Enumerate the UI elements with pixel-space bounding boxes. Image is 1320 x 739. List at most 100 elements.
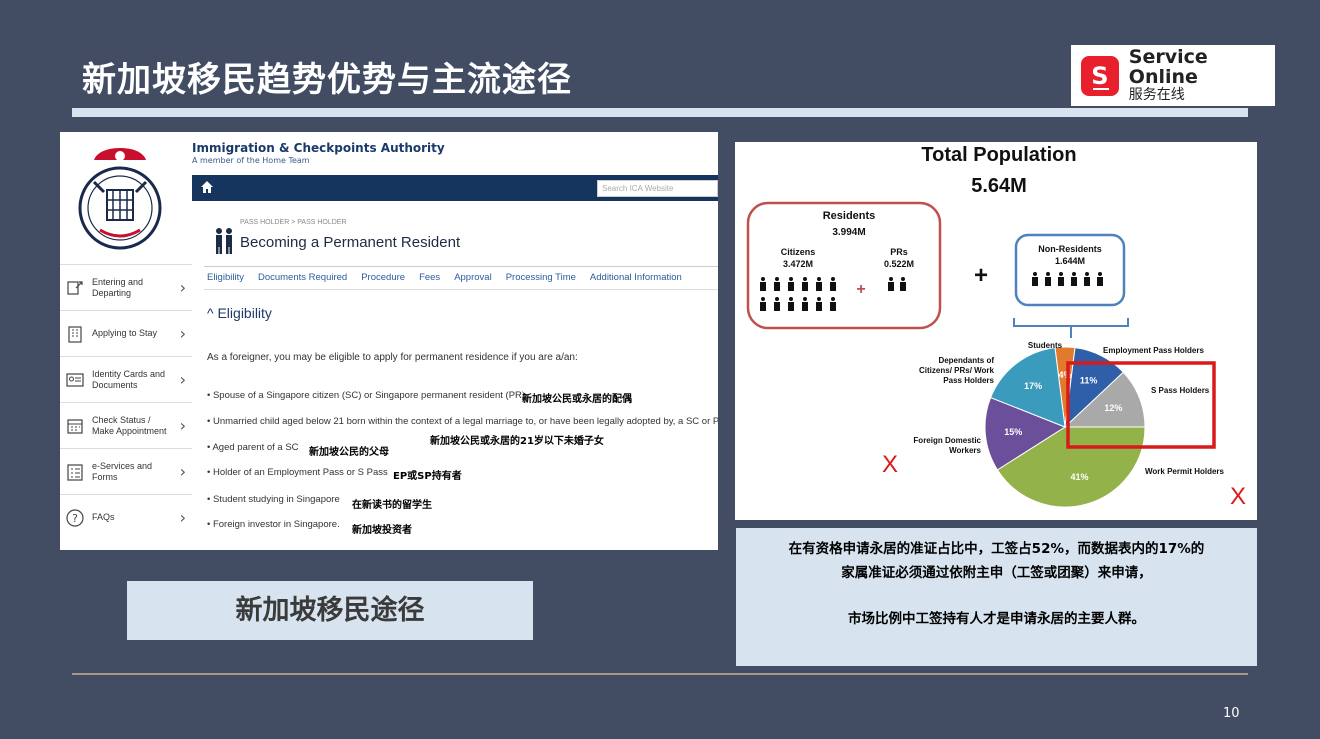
person-icon bbox=[788, 297, 794, 311]
caption-line: 家属准证必须通过依附主申（工签或团聚）来申请， bbox=[841, 565, 1152, 581]
pie-value-label: 41% bbox=[1070, 472, 1088, 482]
divider bbox=[204, 289, 718, 290]
stamp-icon bbox=[64, 277, 86, 299]
tab-bar: Eligibility Documents Required Procedure… bbox=[207, 272, 682, 283]
pie-label-work-permit: Work Permit Holders bbox=[1145, 467, 1225, 476]
prs-label: PRs bbox=[890, 247, 908, 257]
citizens-value: 3.472M bbox=[783, 259, 813, 269]
pie-label-students: Students bbox=[1028, 341, 1063, 350]
ica-emblem-icon bbox=[78, 148, 162, 250]
person-icon bbox=[1071, 272, 1077, 286]
eligibility-item: • Student studying in Singapore bbox=[207, 494, 340, 505]
agency-subtitle: A member of the Home Team bbox=[192, 156, 310, 165]
ica-main-content: PASS HOLDER > PASS HOLDER Becoming a Per… bbox=[192, 201, 718, 550]
pie-label-fdw-text: Foreign Domestic bbox=[913, 436, 981, 445]
residents-value: 3.994M bbox=[832, 227, 865, 238]
sidebar-item-eservices[interactable]: e-Services and Forms › bbox=[60, 448, 192, 494]
residents-label: Residents bbox=[823, 210, 876, 222]
person-icon bbox=[788, 277, 794, 291]
pie-label-fdw-text: Workers bbox=[949, 446, 981, 455]
sidebar-item-entering-departing[interactable]: Entering and Departing › bbox=[60, 264, 192, 310]
population-chart-panel: Total Population 5.64M Residents 3.994M … bbox=[735, 142, 1257, 520]
question-icon: ? bbox=[64, 507, 86, 529]
breadcrumb[interactable]: PASS HOLDER > PASS HOLDER bbox=[240, 219, 347, 226]
divider bbox=[204, 266, 718, 267]
svg-text:?: ? bbox=[72, 512, 78, 525]
sidebar-item-label: Identity Cards and Documents bbox=[92, 369, 166, 390]
tab-eligibility[interactable]: Eligibility bbox=[207, 272, 244, 283]
sidebar-item-label: FAQs bbox=[92, 512, 115, 523]
eligibility-item: • Unmarried child aged below 21 born wit… bbox=[207, 416, 718, 427]
sidebar-item-applying-to-stay[interactable]: Applying to Stay › bbox=[60, 310, 192, 356]
person-icon bbox=[888, 277, 894, 291]
tab-approval[interactable]: Approval bbox=[454, 272, 492, 283]
pie-value-label: 11% bbox=[1080, 376, 1098, 386]
eligibility-text: Aged parent of a SC bbox=[212, 442, 299, 453]
sidebar-item-label: e-Services and Forms bbox=[92, 461, 153, 482]
tab-documents-required[interactable]: Documents Required bbox=[258, 272, 347, 283]
person-icon bbox=[774, 297, 780, 311]
pie-label-dependants-text: Citizens/ PRs/ Work bbox=[919, 366, 995, 375]
building-icon bbox=[64, 323, 86, 345]
person-icon bbox=[760, 297, 766, 311]
nonresidents-people-icon bbox=[1032, 272, 1103, 286]
person-icon bbox=[1084, 272, 1090, 286]
section-title: Eligibility bbox=[217, 305, 272, 321]
bracket bbox=[1013, 318, 1129, 338]
person-icon bbox=[1097, 272, 1103, 286]
eligibility-note: 新加坡投资者 bbox=[352, 525, 412, 536]
person-icon bbox=[830, 277, 836, 291]
pie-value-label: 17% bbox=[1024, 381, 1042, 391]
ica-sidebar: Entering and Departing › Applying to Sta… bbox=[60, 264, 192, 540]
cross-mark-icon: X bbox=[1230, 483, 1246, 510]
tab-fees[interactable]: Fees bbox=[419, 272, 440, 283]
pie-value-label: 12% bbox=[1104, 403, 1122, 413]
slide-title: 新加坡移民趋势优势与主流途径 bbox=[82, 60, 572, 100]
nonresidents-label: Non-Residents bbox=[1038, 244, 1102, 254]
chevron-right-icon: › bbox=[179, 324, 186, 343]
person-icon bbox=[774, 277, 780, 291]
sidebar-item-identity-cards[interactable]: Identity Cards and Documents › bbox=[60, 356, 192, 402]
tab-additional-information[interactable]: Additional Information bbox=[590, 272, 682, 283]
search-input[interactable]: Search ICA Website bbox=[597, 180, 718, 197]
sidebar-item-check-status[interactable]: Check Status / Make Appointment › bbox=[60, 402, 192, 448]
plus-icon: + bbox=[974, 262, 988, 289]
sidebar-item-label: Entering and Departing bbox=[92, 277, 144, 298]
eligibility-text: Holder of an Employment Pass or S Pass bbox=[212, 467, 388, 478]
person-icon bbox=[1058, 272, 1064, 286]
tab-processing-time[interactable]: Processing Time bbox=[506, 272, 576, 283]
pie-label-dependants-text: Pass Holders bbox=[943, 376, 994, 385]
chevron-right-icon: › bbox=[179, 462, 186, 481]
pie-label-dependants-text: Dependants of bbox=[938, 356, 994, 365]
id-card-icon bbox=[64, 369, 86, 391]
prs-value: 0.522M bbox=[884, 259, 914, 269]
person-icon bbox=[802, 297, 808, 311]
logo-name-zh: 服务在线 bbox=[1128, 87, 1185, 104]
eligibility-text: Student studying in Singapore bbox=[212, 494, 340, 505]
eligibility-note: 新加坡公民的父母 bbox=[309, 447, 389, 458]
cross-mark-icon: X bbox=[882, 451, 898, 478]
sidebar-item-faqs[interactable]: ? FAQs › bbox=[60, 494, 192, 540]
pie-label-dependants: Dependants of Citizens/ PRs/ Work Pass Hol… bbox=[919, 356, 995, 385]
plus-icon: + bbox=[856, 281, 865, 298]
page-title: Becoming a Permanent Resident bbox=[240, 234, 461, 251]
eligibility-text: Foreign investor in Singapore. bbox=[212, 519, 340, 530]
ica-website-screenshot: Immigration & Checkpoints Authority A me… bbox=[60, 132, 718, 550]
pie-label-s-pass: S Pass Holders bbox=[1151, 386, 1210, 395]
calendar-icon bbox=[64, 415, 86, 437]
people-icon bbox=[216, 228, 232, 254]
nonresident-pie-chart: 4%11%12%41%15%17% bbox=[984, 346, 1146, 508]
chevron-up-icon: ^ bbox=[207, 305, 218, 321]
person-icon bbox=[1045, 272, 1051, 286]
person-icon bbox=[900, 277, 906, 291]
service-online-logo: S Service Online 服务在线 bbox=[1071, 45, 1275, 106]
tab-procedure[interactable]: Procedure bbox=[361, 272, 405, 283]
eligibility-heading[interactable]: ^ Eligibility bbox=[207, 305, 272, 321]
page-number: 10 bbox=[1223, 706, 1240, 721]
home-icon[interactable] bbox=[200, 180, 214, 194]
agency-name: Immigration & Checkpoints Authority bbox=[192, 141, 445, 155]
chevron-right-icon: › bbox=[179, 416, 186, 435]
eligibility-text: Spouse of a Singapore citizen (SC) or Si… bbox=[212, 390, 526, 401]
caption-line: 市场比例中工签持有人才是申请永居的主要人群。 bbox=[848, 611, 1145, 627]
population-chart: Total Population 5.64M Residents 3.994M … bbox=[746, 144, 1246, 510]
